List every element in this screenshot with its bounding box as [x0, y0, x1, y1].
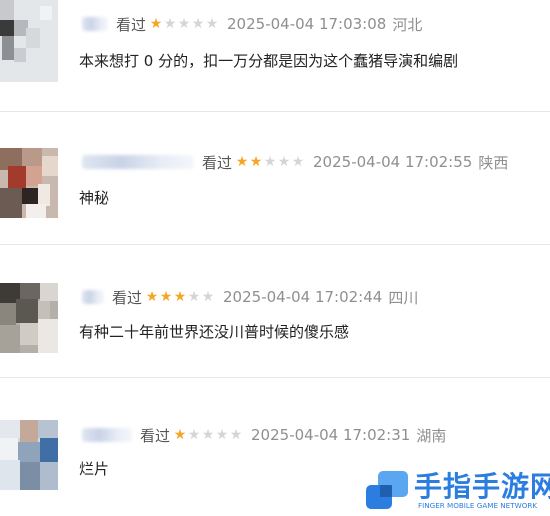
watched-label: 看过: [112, 288, 143, 307]
star-icon: ★: [159, 289, 173, 305]
rating-stars: ★ ★ ★ ★ ★: [145, 290, 215, 304]
comment-meta: 看过 ★ ★ ★ ★ ★ 2025-04-04 17:02:55 陕西: [82, 151, 508, 173]
comment-item: 看过 ★ ★ ★ ★ ★ 2025-04-04 17:02:55 陕西 神秘: [0, 112, 550, 242]
watermark-subtitle: FINGER MOBILE GAME NETWORK: [418, 501, 538, 510]
comment-time: 2025-04-04 17:02:55: [313, 153, 473, 171]
star-icon: ★: [205, 16, 219, 32]
rating-stars: ★ ★ ★ ★ ★: [235, 155, 305, 169]
comment-text: 本来想打 0 分的，扣一万分都是因为这个蠢猪导演和编剧: [79, 52, 459, 70]
star-icon: ★: [277, 154, 291, 170]
rating-stars: ★ ★ ★ ★ ★: [149, 17, 219, 31]
username-blurred[interactable]: [82, 290, 104, 304]
comment-item: 看过 ★ ★ ★ ★ ★ 2025-04-04 17:03:08 河北 本来想打 0 分…: [0, 0, 550, 110]
comment-location: 河北: [392, 15, 423, 34]
comment-location: 陕西: [478, 153, 509, 172]
star-icon: ★: [177, 16, 191, 32]
user-avatar[interactable]: [0, 283, 58, 353]
comment-location: 四川: [388, 288, 419, 307]
comment-text: 神秘: [79, 189, 110, 207]
star-icon: ★: [163, 16, 177, 32]
comment-meta: 看过 ★ ★ ★ ★ ★ 2025-04-04 17:02:31 湖南: [82, 424, 446, 446]
star-icon: ★: [201, 289, 215, 305]
star-icon: ★: [149, 16, 163, 32]
comment-location: 湖南: [416, 426, 447, 445]
comment-text: 有种二十年前世界还没川普时候的傻乐感: [79, 323, 350, 341]
star-icon: ★: [291, 154, 305, 170]
comment-time: 2025-04-04 17:03:08: [227, 15, 387, 33]
star-icon: ★: [263, 154, 277, 170]
star-icon: ★: [235, 154, 249, 170]
finger-logo-icon: [366, 471, 408, 509]
user-avatar[interactable]: [0, 0, 58, 82]
comment-time: 2025-04-04 17:02:31: [251, 426, 411, 444]
watched-label: 看过: [116, 15, 147, 34]
star-icon: ★: [229, 427, 243, 443]
star-icon: ★: [215, 427, 229, 443]
watched-label: 看过: [140, 426, 171, 445]
watermark-title: 手指手游网: [414, 470, 550, 503]
watched-label: 看过: [202, 153, 233, 172]
comment-item: 看过 ★ ★ ★ ★ ★ 2025-04-04 17:02:44 四川 有种二十年前世界…: [0, 245, 550, 375]
username-blurred[interactable]: [82, 155, 194, 169]
user-avatar[interactable]: [0, 148, 58, 218]
star-icon: ★: [187, 289, 201, 305]
star-icon: ★: [173, 289, 187, 305]
username-blurred[interactable]: [82, 17, 108, 31]
star-icon: ★: [187, 427, 201, 443]
douban-comment-list: 看过 ★ ★ ★ ★ ★ 2025-04-04 17:03:08 河北 本来想打 0 分…: [0, 0, 550, 516]
username-blurred[interactable]: [82, 428, 132, 442]
comment-time: 2025-04-04 17:02:44: [223, 288, 383, 306]
star-icon: ★: [145, 289, 159, 305]
comment-text: 烂片: [79, 460, 110, 478]
comment-meta: 看过 ★ ★ ★ ★ ★ 2025-04-04 17:03:08 河北: [82, 13, 422, 35]
star-icon: ★: [249, 154, 263, 170]
comment-meta: 看过 ★ ★ ★ ★ ★ 2025-04-04 17:02:44 四川: [82, 286, 418, 308]
star-icon: ★: [191, 16, 205, 32]
rating-stars: ★ ★ ★ ★ ★: [173, 428, 243, 442]
star-icon: ★: [201, 427, 215, 443]
user-avatar[interactable]: [0, 420, 58, 490]
site-watermark: 手指手游网 FINGER MOBILE GAME NETWORK: [360, 465, 550, 515]
star-icon: ★: [173, 427, 187, 443]
